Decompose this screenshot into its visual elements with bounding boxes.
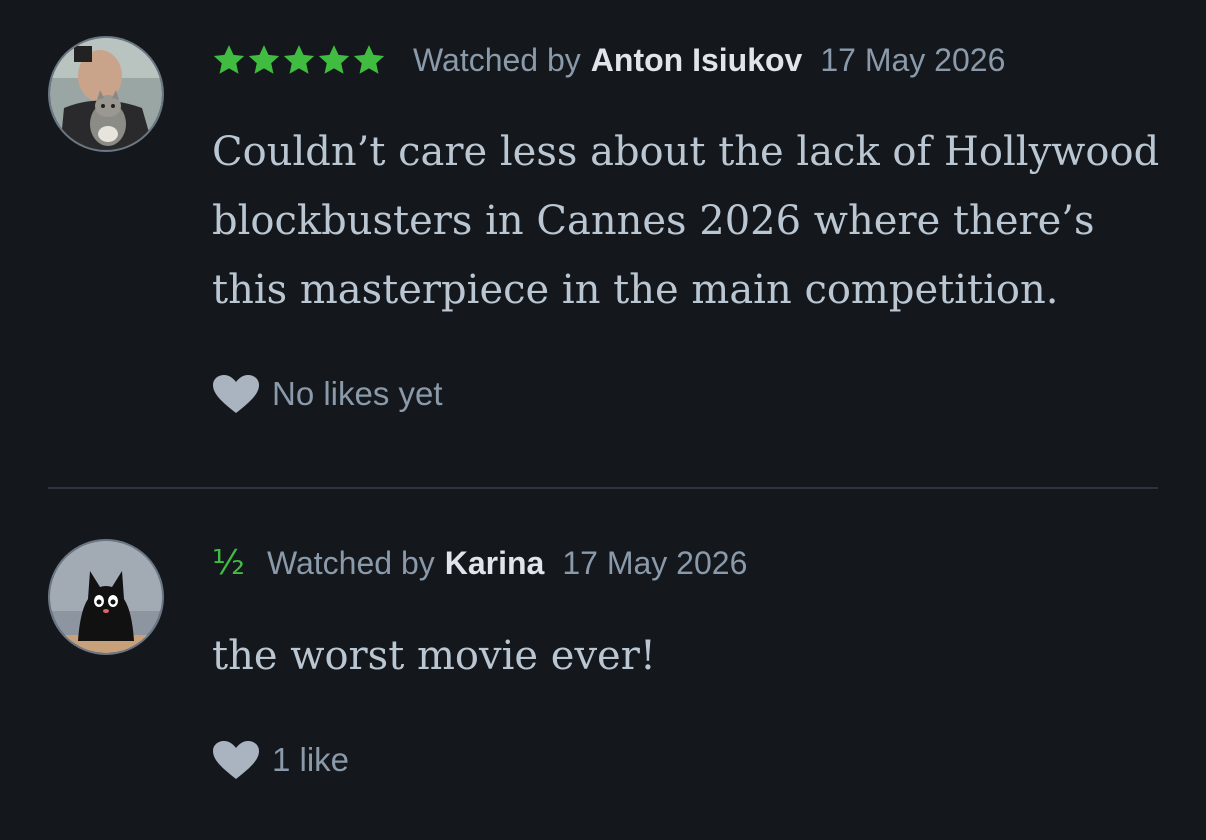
- like-button[interactable]: 1 like: [212, 738, 349, 782]
- star-icon: [248, 45, 280, 74]
- review-date[interactable]: 17 May 2026: [562, 545, 747, 582]
- rating-stars: [212, 43, 387, 77]
- like-button[interactable]: No likes yet: [212, 372, 443, 416]
- review-text: Couldn’t care less about the lack of Hol…: [212, 129, 1160, 313]
- star-icon: [283, 45, 315, 74]
- star-icon: [213, 45, 245, 74]
- review-date[interactable]: 17 May 2026: [820, 42, 1005, 79]
- review-text: the worst movie ever!: [212, 633, 656, 679]
- watched-by-label: Watched by: [266, 544, 435, 581]
- watched-by-label: Watched by: [413, 41, 581, 78]
- review-meta: Watched by Anton Isiukov 17 May 2026: [212, 38, 1005, 82]
- star-icon: [353, 45, 385, 74]
- person-holding-cat-avatar-icon: [50, 38, 162, 150]
- heart-icon: [213, 741, 259, 779]
- heart-icon: [213, 375, 259, 413]
- reviewer-username[interactable]: Anton Isiukov: [591, 42, 803, 79]
- rating-half-star: ½: [212, 543, 245, 583]
- black-cat-avatar-icon: [50, 541, 162, 653]
- reviewer-avatar[interactable]: [48, 539, 164, 655]
- likes-count-label: 1 like: [272, 741, 350, 778]
- reviewer-username[interactable]: Karina: [445, 545, 545, 582]
- star-icon: [318, 45, 350, 74]
- review-meta: ½ Watched by Karina 17 May 2026: [212, 541, 747, 585]
- likes-count-label: No likes yet: [272, 375, 443, 412]
- reviewer-avatar[interactable]: [48, 36, 164, 152]
- review-divider: [48, 487, 1158, 489]
